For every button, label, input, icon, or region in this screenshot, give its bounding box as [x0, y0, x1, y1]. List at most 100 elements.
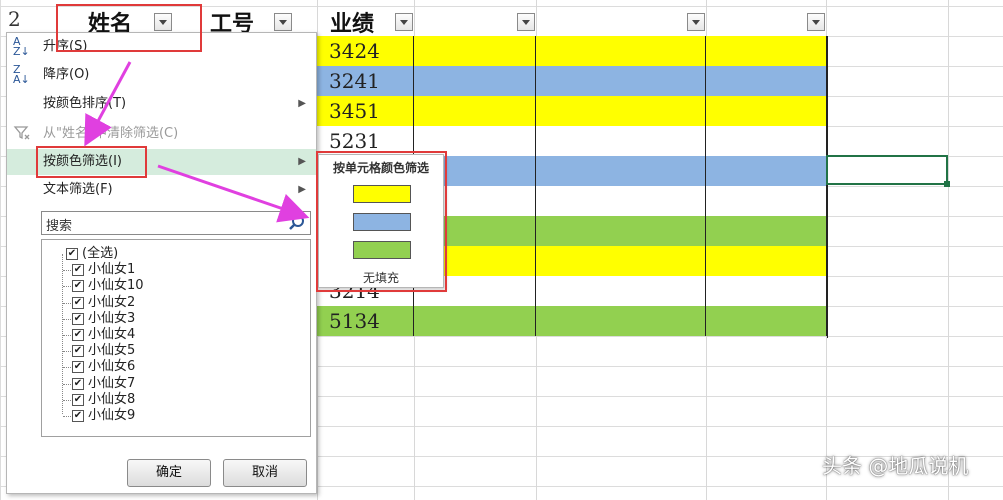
colored-cell[interactable]	[536, 216, 706, 246]
watermark: 头条 @地瓜说机	[822, 454, 969, 478]
checkbox-checked-icon[interactable]: ✔	[72, 410, 84, 422]
tree-line	[63, 351, 71, 353]
tree-line	[63, 399, 71, 401]
performance-cell[interactable]: 3451	[317, 96, 414, 126]
list-item-label: 小仙女3	[88, 310, 136, 326]
filter-button-performance[interactable]	[395, 13, 413, 31]
menu-label: 文本筛选(F)	[43, 182, 113, 197]
colored-cell[interactable]	[706, 216, 827, 246]
menu-label: 升序(S)	[43, 39, 88, 54]
menu-text-filter[interactable]: 文本筛选(F) ▶	[7, 177, 316, 203]
menu-sort-descending[interactable]: Z A↓ 降序(O)	[7, 62, 316, 88]
checkbox-checked-icon[interactable]: ✔	[66, 248, 78, 260]
filter-button-col-e[interactable]	[687, 13, 705, 31]
table-row: 3424	[317, 36, 827, 66]
cancel-button[interactable]: 取消	[223, 459, 307, 487]
menu-clear-filter[interactable]: 从"姓名"中清除筛选(C)	[7, 121, 316, 147]
selected-cell[interactable]	[826, 155, 950, 187]
checkbox-checked-icon[interactable]: ✔	[72, 264, 84, 277]
swatch-yellow[interactable]	[353, 185, 411, 203]
no-fill-option[interactable]: 无填充	[319, 269, 443, 286]
checkbox-checked-icon[interactable]: ✔	[72, 361, 84, 374]
menu-label: 按颜色排序(T)	[43, 96, 127, 111]
checkbox-checked-icon[interactable]: ✔	[72, 296, 84, 309]
list-item-label: 小仙女9	[88, 408, 136, 423]
search-input[interactable]: 搜索	[41, 211, 311, 235]
table-row: 5134	[317, 306, 827, 336]
checkbox-checked-icon[interactable]: ✔	[72, 345, 84, 358]
performance-cell[interactable]: 5134	[317, 306, 414, 336]
chevron-right-icon: ▶	[298, 156, 306, 167]
menu-label: 从"姓名"中清除筛选(C)	[43, 126, 179, 141]
menu-label: 降序(O)	[43, 67, 90, 82]
colored-cell[interactable]	[706, 186, 827, 216]
header-performance: 业绩	[330, 11, 375, 37]
colored-cell[interactable]	[706, 276, 827, 306]
colored-cell[interactable]	[706, 36, 827, 66]
tree-line	[63, 318, 71, 320]
colored-cell[interactable]	[706, 66, 827, 96]
tree-line	[63, 286, 71, 288]
list-item-label: 小仙女4	[88, 327, 136, 342]
colored-cell[interactable]	[536, 36, 706, 66]
colored-cell[interactable]	[536, 276, 706, 306]
sort-asc-icon: A Z↓	[13, 35, 30, 58]
tree-line	[63, 416, 71, 417]
colored-cell[interactable]	[706, 126, 827, 156]
tree-line	[62, 254, 63, 414]
colored-cell[interactable]	[706, 246, 827, 276]
list-item-label: 小仙女7	[88, 375, 136, 391]
tree-line	[63, 383, 71, 385]
checkbox-checked-icon[interactable]: ✔	[72, 280, 84, 293]
colored-cell[interactable]	[414, 126, 536, 156]
filter-dropdown-panel: A Z↓ 升序(S) Z A↓ 降序(O) 按颜色排序(T) ▶ 从"姓名"中清除筛…	[6, 32, 317, 494]
magnifier-icon[interactable]	[288, 214, 306, 232]
swatch-green[interactable]	[353, 241, 411, 259]
swatch-blue[interactable]	[353, 213, 411, 231]
ok-button[interactable]: 确定	[127, 459, 211, 487]
sort-desc-icon: Z A↓	[13, 63, 30, 86]
colored-cell[interactable]	[414, 66, 536, 96]
chevron-right-icon: ▶	[298, 98, 306, 109]
table-row: 3241	[317, 66, 827, 96]
colored-cell[interactable]	[414, 306, 536, 336]
menu-sort-by-color[interactable]: 按颜色排序(T) ▶	[7, 91, 316, 117]
colored-cell[interactable]	[414, 96, 536, 126]
colored-cell[interactable]	[536, 156, 706, 186]
checkbox-checked-icon[interactable]: ✔	[72, 393, 84, 406]
tree-line	[63, 335, 71, 336]
filter-button-name[interactable]	[154, 13, 172, 31]
search-placeholder: 搜索	[46, 219, 73, 234]
performance-cell[interactable]: 3424	[317, 36, 414, 66]
filter-button-col-d[interactable]	[517, 13, 535, 31]
filter-button-col-f[interactable]	[807, 13, 825, 31]
performance-cell[interactable]: 3241	[317, 66, 414, 96]
filter-button-id[interactable]	[274, 13, 292, 31]
menu-filter-by-color[interactable]: 按颜色筛选(I) ▶	[7, 149, 316, 175]
column-divider	[948, 0, 949, 500]
list-item-label: 小仙女1	[88, 262, 136, 278]
list-item-label: 小仙女2	[88, 294, 136, 310]
colored-cell[interactable]	[536, 126, 706, 156]
list-item-label: 小仙女6	[88, 359, 136, 375]
list-item-label: 小仙女5	[88, 343, 136, 359]
colored-cell[interactable]	[536, 186, 706, 216]
checkbox-checked-icon[interactable]: ✔	[72, 312, 84, 325]
filter-value-list[interactable]: ✔ (全选) ✔ 小仙女1 ✔ 小仙女10 ✔ 小仙女2 ✔ 小仙女3 ✔ 小仙女4 ✔ 小仙女5 ✔ 小仙女…	[41, 239, 311, 437]
colored-cell[interactable]	[536, 66, 706, 96]
performance-cell[interactable]: 5231	[317, 126, 414, 156]
list-item-label: 小仙女8	[88, 391, 136, 407]
checkbox-checked-icon[interactable]: ✔	[72, 329, 84, 341]
menu-sort-ascending[interactable]: A Z↓ 升序(S)	[7, 34, 316, 60]
colored-cell[interactable]	[414, 36, 536, 66]
colored-cell[interactable]	[706, 156, 827, 186]
colored-cell[interactable]	[706, 306, 827, 336]
submenu-title: 按单元格颜色筛选	[332, 161, 429, 175]
colored-cell[interactable]	[706, 96, 827, 126]
colored-cell[interactable]	[536, 306, 706, 336]
checkbox-checked-icon[interactable]: ✔	[72, 377, 84, 390]
table-row: 3451	[317, 96, 827, 126]
colored-cell[interactable]	[536, 246, 706, 276]
colored-cell[interactable]	[536, 96, 706, 126]
tree-line	[63, 367, 71, 369]
